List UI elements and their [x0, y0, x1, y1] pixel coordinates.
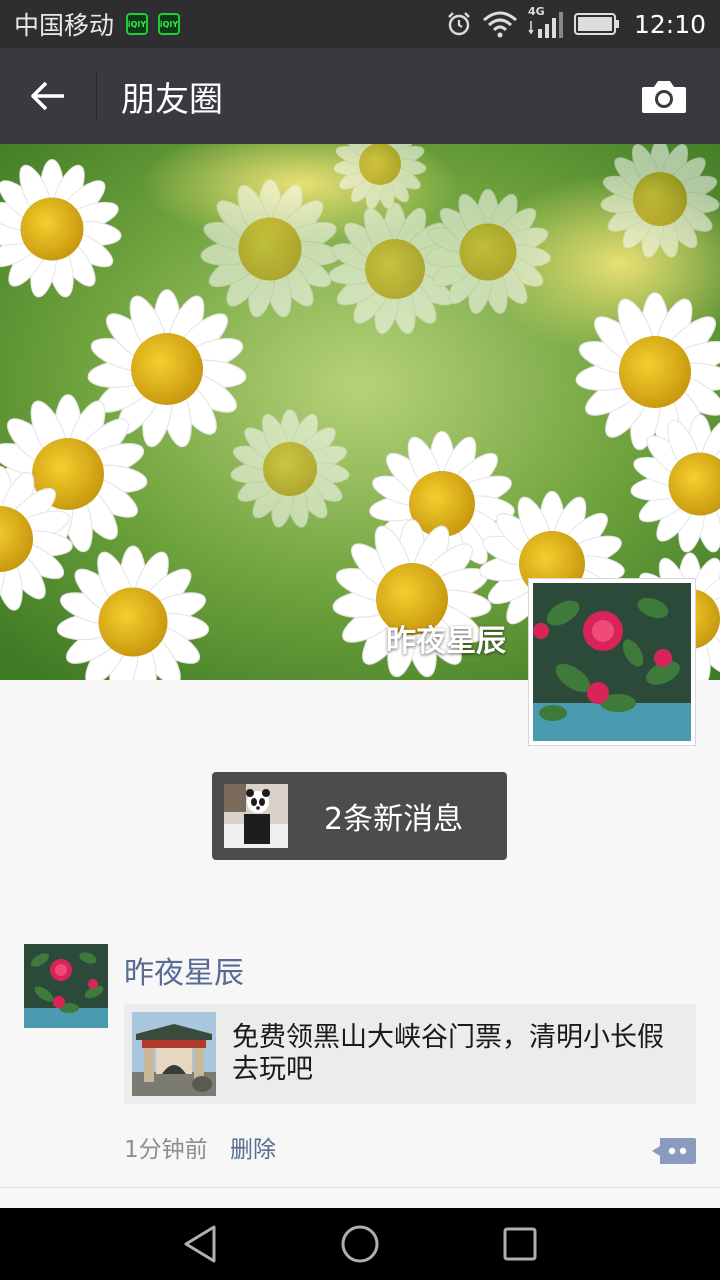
profile-avatar[interactable] — [528, 578, 696, 746]
carrier-name: 中国移动 — [14, 11, 115, 40]
nav-divider — [96, 72, 97, 120]
iqiyi-icon: iQIY — [158, 13, 181, 35]
rose-avatar-image — [533, 583, 691, 741]
new-messages-button[interactable]: 2条新消息 — [212, 772, 507, 860]
link-thumbnail — [132, 1012, 216, 1096]
system-recents-button[interactable] — [490, 1214, 550, 1274]
camera-button[interactable] — [616, 48, 712, 144]
comment-button[interactable] — [650, 1134, 696, 1168]
wifi-icon — [482, 11, 517, 38]
status-bar: 中国移动 iQIY iQIY 4G 12:10 — [0, 0, 720, 48]
system-nav-bar — [0, 1208, 720, 1280]
new-message-avatar — [224, 784, 288, 848]
post-avatar[interactable] — [24, 944, 108, 1028]
signal-icon: 4G — [528, 5, 564, 39]
camera-icon — [642, 81, 686, 113]
cover-username: 昨夜星辰 — [386, 624, 506, 659]
delete-link[interactable]: 删除 — [230, 1130, 276, 1164]
comment-dots-icon — [652, 1138, 696, 1164]
moment-post: 昨夜星辰 免费领黑山大峡谷门票，清明小长假去玩吧 1分钟前 删除 — [0, 920, 720, 1188]
post-timestamp: 1分钟前 — [124, 1137, 208, 1163]
page-title: 朋友圈 — [121, 79, 223, 120]
back-button[interactable] — [0, 48, 96, 144]
gate-thumbnail-image — [132, 1012, 216, 1096]
system-home-button[interactable] — [330, 1214, 390, 1274]
alarm-icon — [448, 12, 470, 36]
back-arrow-icon — [31, 81, 64, 111]
circle-home-icon — [341, 1225, 379, 1263]
new-messages-label: 2条新消息 — [324, 802, 464, 837]
iqiyi-icon: iQIY — [126, 13, 149, 35]
triangle-back-icon — [184, 1225, 216, 1263]
link-title: 免费领黑山大峡谷门票，清明小长假去玩吧 — [232, 1022, 664, 1085]
rose-avatar-image — [24, 944, 108, 1028]
battery-icon — [573, 13, 619, 35]
nav-bar: 朋友圈 — [0, 48, 720, 144]
square-recents-icon — [503, 1227, 537, 1261]
panda-avatar-image — [224, 784, 288, 848]
post-username[interactable]: 昨夜星辰 — [124, 948, 244, 992]
clock: 12:10 — [633, 9, 706, 39]
shared-link-card[interactable]: 免费领黑山大峡谷门票，清明小长假去玩吧 — [124, 1004, 696, 1104]
feed-divider — [0, 1187, 720, 1188]
system-back-button[interactable] — [170, 1214, 230, 1274]
